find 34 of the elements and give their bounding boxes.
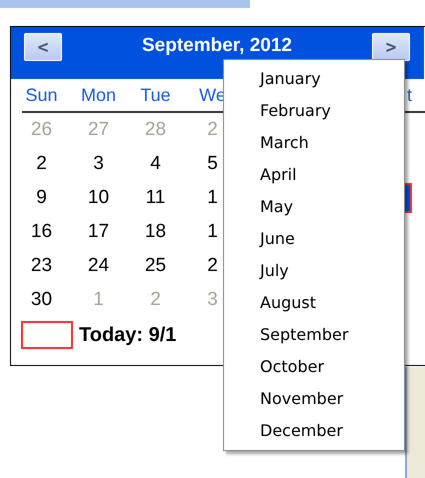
day-cell[interactable]: 17	[70, 221, 127, 243]
day-cell[interactable]: 24	[70, 255, 127, 277]
weekday-label: Sun	[24, 84, 59, 106]
today-link[interactable]: Today: 9/1	[79, 324, 176, 346]
day-cell[interactable]: 4	[127, 153, 184, 175]
day-cell[interactable]: 11	[127, 187, 184, 209]
weekday-label: Mon	[80, 84, 117, 106]
today-marker	[21, 321, 73, 349]
next-month-button[interactable]: >	[372, 33, 410, 61]
month-menu-item[interactable]: July	[224, 255, 404, 287]
month-menu-item[interactable]: October	[224, 351, 404, 383]
day-cell[interactable]: 25	[127, 255, 184, 277]
month-menu-item[interactable]: November	[224, 383, 404, 415]
month-menu-item[interactable]: December	[224, 415, 404, 447]
day-cell[interactable]: 9	[13, 187, 70, 209]
day-cell[interactable]: 10	[70, 187, 127, 209]
month-menu-item[interactable]: September	[224, 319, 404, 351]
weekday-label: Tue	[139, 84, 172, 106]
month-menu-item[interactable]: March	[224, 127, 404, 159]
month-menu-item[interactable]: May	[224, 191, 404, 223]
month-menu-item[interactable]: April	[224, 159, 404, 191]
month-menu-item[interactable]: August	[224, 287, 404, 319]
day-cell[interactable]: 18	[127, 221, 184, 243]
day-cell[interactable]: 2	[13, 153, 70, 175]
month-menu-item[interactable]: June	[224, 223, 404, 255]
day-cell[interactable]: 30	[13, 289, 70, 311]
day-cell[interactable]: 16	[13, 221, 70, 243]
weekday-label: t	[406, 84, 412, 106]
day-cell[interactable]: 3	[70, 153, 127, 175]
previous-month-button[interactable]: <	[24, 33, 62, 61]
month-menu-item[interactable]: January	[224, 63, 404, 95]
day-cell[interactable]: 23	[13, 255, 70, 277]
month-title[interactable]: September, 2012	[142, 33, 292, 59]
month-menu-item[interactable]: February	[224, 95, 404, 127]
